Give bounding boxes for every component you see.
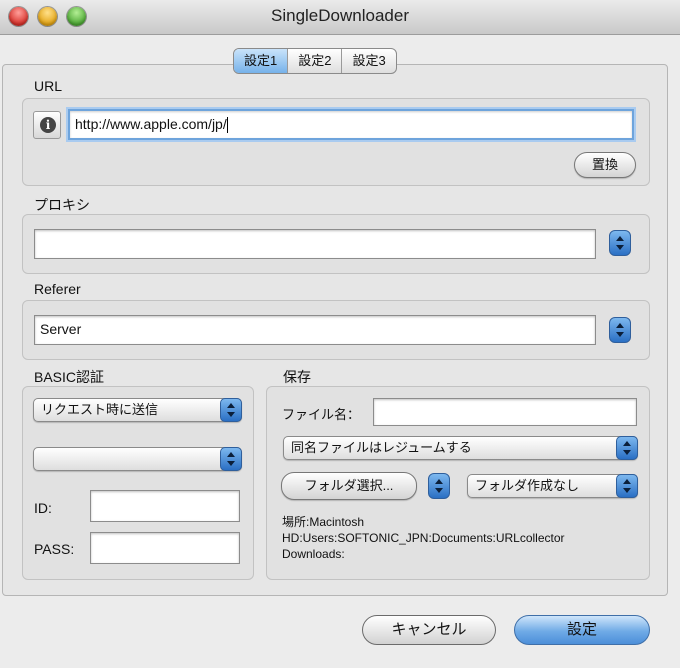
cancel-button[interactable]: キャンセル bbox=[362, 615, 496, 645]
filename-label: ファイル名： bbox=[282, 407, 361, 422]
title-bar[interactable]: SingleDownloader bbox=[0, 0, 680, 35]
url-input[interactable]: http://www.apple.com/jp/ bbox=[68, 109, 634, 140]
text-caret bbox=[226, 117, 228, 134]
same-name-option-value: 同名ファイルはレジュームする bbox=[291, 440, 472, 455]
filename-input[interactable] bbox=[373, 398, 637, 426]
select-arrows-icon bbox=[616, 436, 638, 460]
info-icon: i bbox=[40, 117, 56, 133]
folder-history-stepper[interactable] bbox=[428, 473, 450, 499]
basic-auth-mode-value: リクエスト時に送信 bbox=[41, 402, 159, 417]
ok-button[interactable]: 設定 bbox=[514, 615, 650, 645]
window-title: SingleDownloader bbox=[271, 6, 409, 25]
save-label: 保存 bbox=[283, 369, 311, 385]
save-path-line-2: HD:Users:SOFTONIC_JPN:Documents:URLcolle… bbox=[282, 531, 565, 545]
settings-tabs: 設定1 設定2 設定3 bbox=[233, 48, 397, 74]
folder-create-value: フォルダ作成なし bbox=[475, 478, 580, 493]
basic-auth-secondary-select[interactable] bbox=[33, 447, 242, 471]
url-label: URL bbox=[34, 78, 63, 94]
proxy-input[interactable] bbox=[34, 229, 596, 259]
tab-settings-3[interactable]: 設定3 bbox=[342, 49, 395, 73]
info-button[interactable]: i bbox=[33, 111, 61, 139]
id-input[interactable] bbox=[90, 490, 240, 522]
id-label: ID: bbox=[34, 500, 52, 516]
basic-auth-mode-select[interactable]: リクエスト時に送信 bbox=[33, 398, 242, 422]
tab-settings-2[interactable]: 設定2 bbox=[288, 49, 343, 73]
replace-button[interactable]: 置換 bbox=[574, 152, 636, 178]
referer-history-stepper[interactable] bbox=[609, 317, 631, 343]
referer-input[interactable]: Server bbox=[34, 315, 596, 345]
save-path-line-3: Downloads: bbox=[282, 547, 345, 561]
folder-create-select[interactable]: フォルダ作成なし bbox=[467, 474, 638, 498]
select-arrows-icon bbox=[220, 398, 242, 422]
select-arrows-icon bbox=[616, 474, 638, 498]
app-window: SingleDownloader 設定1 設定2 設定3 URL i http:… bbox=[0, 0, 680, 668]
save-path-line-1: 場所:Macintosh bbox=[282, 515, 365, 529]
proxy-history-stepper[interactable] bbox=[609, 230, 631, 256]
referer-label: Referer bbox=[34, 281, 81, 297]
tab-settings-1[interactable]: 設定1 bbox=[234, 49, 289, 73]
basic-auth-label: BASIC認証 bbox=[34, 369, 105, 385]
url-input-value: http://www.apple.com/jp/ bbox=[75, 116, 227, 132]
pass-input[interactable] bbox=[90, 532, 240, 564]
folder-select-button[interactable]: フォルダ選択... bbox=[281, 472, 417, 500]
pass-label: PASS: bbox=[34, 541, 75, 557]
select-arrows-icon bbox=[220, 447, 242, 471]
same-name-option-select[interactable]: 同名ファイルはレジュームする bbox=[283, 436, 638, 460]
proxy-label: プロキシ bbox=[34, 197, 90, 213]
